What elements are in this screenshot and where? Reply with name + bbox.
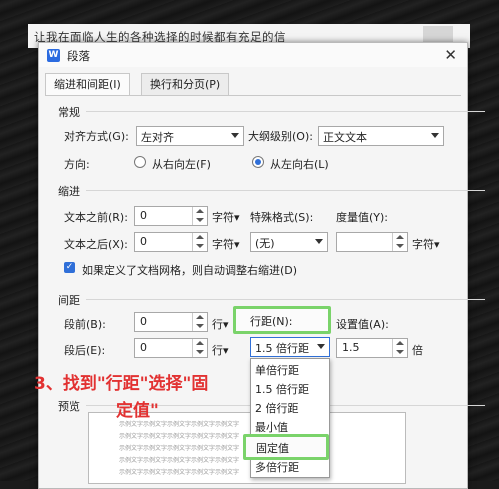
tab-line-page-breaks[interactable]: 换行和分页(P) — [141, 73, 230, 96]
spinner-buttons[interactable] — [192, 339, 207, 357]
spacing-after-unit[interactable]: 行▾ — [212, 342, 229, 358]
spacing-before-unit[interactable]: 行▾ — [212, 316, 229, 332]
chevron-down-icon — [315, 239, 323, 244]
up-icon — [396, 341, 404, 345]
special-format-select[interactable]: (无) — [250, 232, 328, 252]
spinner-buttons[interactable] — [192, 207, 207, 225]
option-fixed[interactable]: 固定值 — [256, 440, 289, 456]
outline-level-label: 大纲级别(O): — [248, 130, 313, 143]
up-icon — [196, 235, 204, 239]
spacing-after-value: 0 — [140, 341, 147, 354]
down-icon — [196, 244, 204, 248]
chevron-down-icon — [231, 133, 239, 138]
option-double[interactable]: 2 倍行距 — [255, 400, 299, 416]
direction-label: 方向: — [64, 158, 90, 171]
divider — [86, 190, 485, 191]
line-spacing-dropdown: 单倍行距 1.5 倍行距 2 倍行距 最小值 固定值 多倍行距 — [243, 358, 330, 478]
spinner-buttons[interactable] — [392, 339, 407, 357]
rtl-radio[interactable] — [134, 156, 146, 168]
spacing-before-value: 0 — [140, 315, 147, 328]
set-value: 1.5 — [342, 341, 360, 354]
dialog-title: 段落 — [67, 49, 90, 63]
option-minimum[interactable]: 最小值 — [255, 419, 288, 435]
measure-label: 度量值(Y): — [336, 211, 389, 224]
indent-after-label: 文本之后(X): — [64, 238, 128, 251]
section-spacing: 间距 — [58, 294, 80, 307]
indent-after-spinner[interactable]: 0 — [134, 232, 208, 252]
line-spacing-highlight: 行距(N): — [233, 306, 331, 334]
close-icon[interactable]: ✕ — [444, 46, 457, 64]
spacing-after-spinner[interactable]: 0 — [134, 338, 208, 358]
indent-before-label: 文本之前(R): — [64, 211, 128, 224]
document-image — [423, 26, 453, 42]
set-value-unit: 倍 — [412, 344, 423, 357]
indent-after-value: 0 — [140, 235, 147, 248]
option-single[interactable]: 单倍行距 — [255, 362, 299, 378]
set-value-label: 设置值(A): — [336, 318, 389, 331]
outline-level-value: 正文文本 — [323, 131, 367, 144]
wps-app-icon: W — [47, 49, 60, 62]
down-icon — [196, 350, 204, 354]
spinner-buttons[interactable] — [192, 233, 207, 251]
special-format-label: 特殊格式(S): — [250, 211, 314, 224]
down-icon — [396, 350, 404, 354]
option-multiple[interactable]: 多倍行距 — [255, 459, 299, 475]
divider — [86, 111, 485, 112]
tab-divider — [45, 95, 461, 96]
special-format-value: (无) — [255, 237, 275, 250]
annotation-line-1: 3、找到"行距"选择"固 — [34, 374, 209, 394]
line-spacing-select[interactable]: 1.5 倍行距 — [250, 337, 330, 357]
annotation-line-2: 定值" — [116, 401, 159, 421]
alignment-select[interactable]: 左对齐 — [136, 126, 244, 146]
alignment-value: 左对齐 — [141, 131, 174, 144]
grid-check-label: 如果定义了文档网格，则自动调整右缩进(D) — [82, 264, 298, 277]
set-value-spinner[interactable]: 1.5 — [336, 338, 408, 358]
section-preview: 预览 — [58, 400, 80, 413]
divider — [86, 299, 485, 300]
spinner-buttons[interactable] — [192, 313, 207, 331]
chevron-down-icon — [317, 344, 325, 349]
down-icon — [196, 324, 204, 328]
section-indent: 缩进 — [58, 185, 80, 198]
outline-level-select[interactable]: 正文文本 — [318, 126, 444, 146]
dialog-titlebar: W 段落 ✕ — [39, 43, 467, 67]
grid-checkbox[interactable]: ✓ — [64, 262, 75, 273]
down-icon — [196, 218, 204, 222]
spacing-before-spinner[interactable]: 0 — [134, 312, 208, 332]
tab-indent-spacing[interactable]: 缩进和间距(I) — [45, 73, 130, 96]
indent-before-unit[interactable]: 字符▾ — [212, 209, 240, 225]
section-general: 常规 — [58, 106, 80, 119]
ltr-radio[interactable] — [252, 156, 264, 168]
ltr-label: 从左向右(L) — [270, 158, 329, 171]
measure-spinner[interactable] — [336, 232, 408, 252]
up-icon — [196, 209, 204, 213]
spinner-buttons[interactable] — [392, 233, 407, 251]
line-spacing-value: 1.5 倍行距 — [255, 342, 309, 355]
fixed-option-highlight: 固定值 — [243, 434, 329, 460]
down-icon — [396, 244, 404, 248]
indent-before-value: 0 — [140, 209, 147, 222]
spacing-before-label: 段前(B): — [64, 318, 106, 331]
option-1-5[interactable]: 1.5 倍行距 — [255, 381, 309, 397]
measure-unit[interactable]: 字符▾ — [412, 236, 440, 252]
rtl-label: 从右向左(F) — [152, 158, 211, 171]
up-icon — [196, 315, 204, 319]
indent-after-unit[interactable]: 字符▾ — [212, 236, 240, 252]
chevron-down-icon — [431, 133, 439, 138]
indent-before-spinner[interactable]: 0 — [134, 206, 208, 226]
spacing-after-label: 段后(E): — [64, 344, 106, 357]
up-icon — [396, 235, 404, 239]
alignment-label: 对齐方式(G): — [64, 130, 129, 143]
up-icon — [196, 341, 204, 345]
line-spacing-label: 行距(N): — [250, 315, 293, 328]
